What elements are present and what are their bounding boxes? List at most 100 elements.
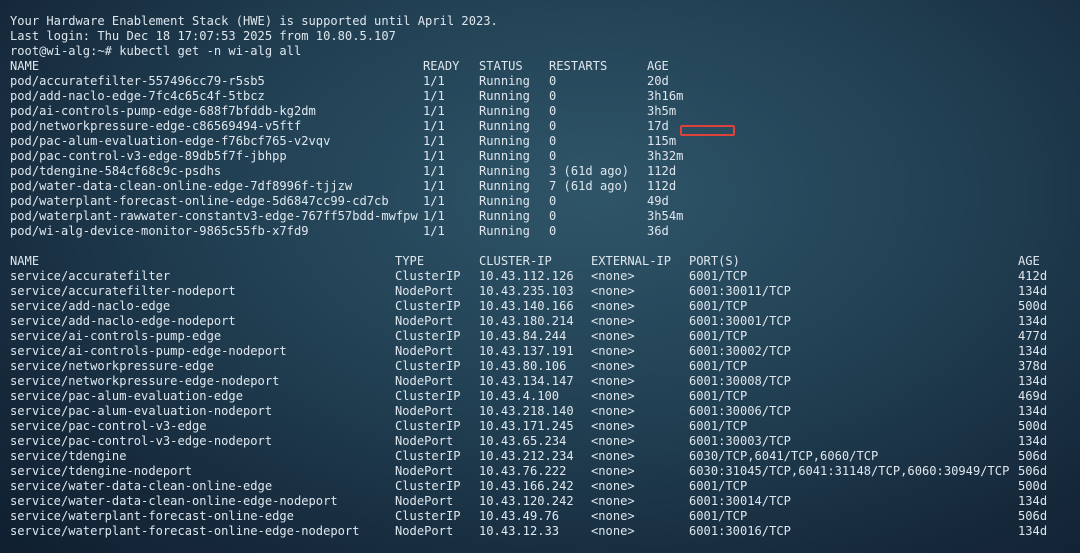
service-cluster-ip: 10.43.137.191 bbox=[479, 344, 574, 358]
service-cluster-ip: 10.43.212.234 bbox=[479, 449, 574, 463]
service-external-ip: <none> bbox=[591, 449, 635, 463]
service-age: 500d bbox=[1018, 299, 1048, 313]
service-ports: 6001/TCP bbox=[689, 269, 748, 283]
service-name: service/tdengine-nodeport bbox=[10, 464, 193, 478]
service-cluster-ip: 10.43.171.245 bbox=[479, 419, 574, 433]
service-ports: 6001/TCP bbox=[689, 329, 748, 343]
service-type: NodePort bbox=[395, 494, 454, 508]
pod-ready: 1/1 bbox=[423, 224, 445, 238]
service-row: service/ai-controls-pump-edge-nodeport No… bbox=[10, 344, 1070, 359]
service-cluster-ip: 10.43.120.242 bbox=[479, 494, 574, 508]
pod-name: pod/add-naclo-edge-7fc4c65c4f-5tbcz bbox=[10, 89, 265, 103]
service-age: 469d bbox=[1018, 389, 1048, 403]
pod-row: pod/ai-controls-pump-edge-688f7bfddb-kg2… bbox=[10, 104, 1070, 119]
service-age: 134d bbox=[1018, 344, 1048, 358]
pod-status: Running bbox=[479, 164, 530, 178]
pod-table-header: NAME READY STATUS RESTARTS AGE bbox=[10, 59, 1070, 74]
service-cluster-ip: 10.43.76.222 bbox=[479, 464, 567, 478]
pod-table: NAME READY STATUS RESTARTS AGE pod/accuratefi… bbox=[10, 59, 1070, 239]
service-ports: 6030/TCP,6041/TCP,6060/TCP bbox=[689, 449, 879, 463]
service-cluster-ip: 10.43.166.242 bbox=[479, 479, 574, 493]
service-row: service/accuratefilter-nodeport NodePort 1… bbox=[10, 284, 1070, 299]
service-name: service/pac-control-v3-edge-nodeport bbox=[10, 434, 273, 448]
service-external-ip: <none> bbox=[591, 524, 635, 538]
terminal-output[interactable]: Your Hardware Enablement Stack (HWE) is … bbox=[10, 14, 1070, 539]
service-type: ClusterIP bbox=[395, 479, 461, 493]
pod-age: 115m bbox=[647, 134, 677, 148]
pod-row: pod/wi-alg-device-monitor-9865c55fb-x7fd… bbox=[10, 224, 1070, 239]
service-external-ip: <none> bbox=[591, 284, 635, 298]
service-age: 378d bbox=[1018, 359, 1048, 373]
service-external-ip: <none> bbox=[591, 374, 635, 388]
pod-name: pod/wi-alg-device-monitor-9865c55fb-x7fd… bbox=[10, 224, 309, 238]
pod-age-header: AGE bbox=[647, 59, 669, 73]
service-external-ip: <none> bbox=[591, 329, 635, 343]
pod-row: pod/pac-control-v3-edge-89db5f7f-jbhpp 1/… bbox=[10, 149, 1070, 164]
service-name: service/water-data-clean-online-edge bbox=[10, 479, 273, 493]
pod-age: 3h5m bbox=[647, 104, 677, 118]
service-cluster-ip: 10.43.4.100 bbox=[479, 389, 560, 403]
service-age: 506d bbox=[1018, 509, 1048, 523]
service-cluster-ip: 10.43.12.33 bbox=[479, 524, 560, 538]
service-cluster-ip: 10.43.140.166 bbox=[479, 299, 574, 313]
service-type: NodePort bbox=[395, 524, 454, 538]
service-cluster-ip: 10.43.80.106 bbox=[479, 359, 567, 373]
service-age: 134d bbox=[1018, 314, 1048, 328]
service-external-ip: <none> bbox=[591, 389, 635, 403]
service-ports: 6001/TCP bbox=[689, 389, 748, 403]
service-name: service/accuratefilter bbox=[10, 269, 171, 283]
service-type: NodePort bbox=[395, 284, 454, 298]
service-ports: 6001:30016/TCP bbox=[689, 524, 791, 538]
service-cluster-ip: 10.43.235.103 bbox=[479, 284, 574, 298]
service-age: 506d bbox=[1018, 464, 1048, 478]
pod-status: Running bbox=[479, 74, 530, 88]
pod-restarts: 0 bbox=[549, 89, 557, 103]
service-age-header: AGE bbox=[1018, 254, 1040, 268]
service-type: ClusterIP bbox=[395, 329, 461, 343]
pod-restarts: 0 bbox=[549, 74, 557, 88]
pod-age: 49d bbox=[647, 194, 669, 208]
service-row: service/pac-alum-evaluation-nodeport Node… bbox=[10, 404, 1070, 419]
service-type: ClusterIP bbox=[395, 299, 461, 313]
pod-status: Running bbox=[479, 179, 530, 193]
pod-ready: 1/1 bbox=[423, 134, 445, 148]
pod-age: 3h54m bbox=[647, 209, 684, 223]
last-login-line: Last login: Thu Dec 18 17:07:53 2025 fro… bbox=[10, 29, 396, 43]
hwe-message: Your Hardware Enablement Stack (HWE) is … bbox=[10, 14, 498, 28]
service-row: service/networkpressure-edge-nodeport Nod… bbox=[10, 374, 1070, 389]
service-type: ClusterIP bbox=[395, 389, 461, 403]
pod-restarts: 0 bbox=[549, 224, 557, 238]
service-ports: 6001/TCP bbox=[689, 299, 748, 313]
pod-age: 17d bbox=[647, 119, 669, 133]
pod-status: Running bbox=[479, 89, 530, 103]
service-name: service/tdengine bbox=[10, 449, 127, 463]
pod-name: pod/ai-controls-pump-edge-688f7bfddb-kg2… bbox=[10, 104, 316, 118]
service-external-ip: <none> bbox=[591, 419, 635, 433]
service-ports: 6001:30002/TCP bbox=[689, 344, 791, 358]
pod-ready: 1/1 bbox=[423, 209, 445, 223]
service-type: NodePort bbox=[395, 344, 454, 358]
service-external-ip-header: EXTERNAL-IP bbox=[591, 254, 672, 268]
service-row: service/add-naclo-edge-nodeport NodePort 1… bbox=[10, 314, 1070, 329]
pod-ready: 1/1 bbox=[423, 164, 445, 178]
pod-name: pod/waterplant-rawwater-constantv3-edge-… bbox=[10, 209, 418, 223]
service-table: NAME TYPE CLUSTER-IP EXTERNAL-IP PORT(S) AGE s… bbox=[10, 254, 1070, 539]
service-ports: 6001/TCP bbox=[689, 479, 748, 493]
service-cluster-ip: 10.43.180.214 bbox=[479, 314, 574, 328]
pod-restarts: 0 bbox=[549, 209, 557, 223]
pod-restarts: 0 bbox=[549, 194, 557, 208]
service-name: service/waterplant-forecast-online-edge-… bbox=[10, 524, 360, 538]
pod-age: 36d bbox=[647, 224, 669, 238]
service-name: service/accuratefilter-nodeport bbox=[10, 284, 236, 298]
service-ports: 6001/TCP bbox=[689, 509, 748, 523]
service-row: service/pac-control-v3-edge ClusterIP 10.4… bbox=[10, 419, 1070, 434]
service-ports: 6001:30008/TCP bbox=[689, 374, 791, 388]
pod-ready: 1/1 bbox=[423, 89, 445, 103]
pod-name: pod/water-data-clean-online-edge-7df8996… bbox=[10, 179, 353, 193]
pod-name: pod/waterplant-forecast-online-edge-5d68… bbox=[10, 194, 389, 208]
service-row: service/water-data-clean-online-edge-nod… bbox=[10, 494, 1070, 509]
pod-status: Running bbox=[479, 149, 530, 163]
pod-ready: 1/1 bbox=[423, 149, 445, 163]
pod-status: Running bbox=[479, 194, 530, 208]
